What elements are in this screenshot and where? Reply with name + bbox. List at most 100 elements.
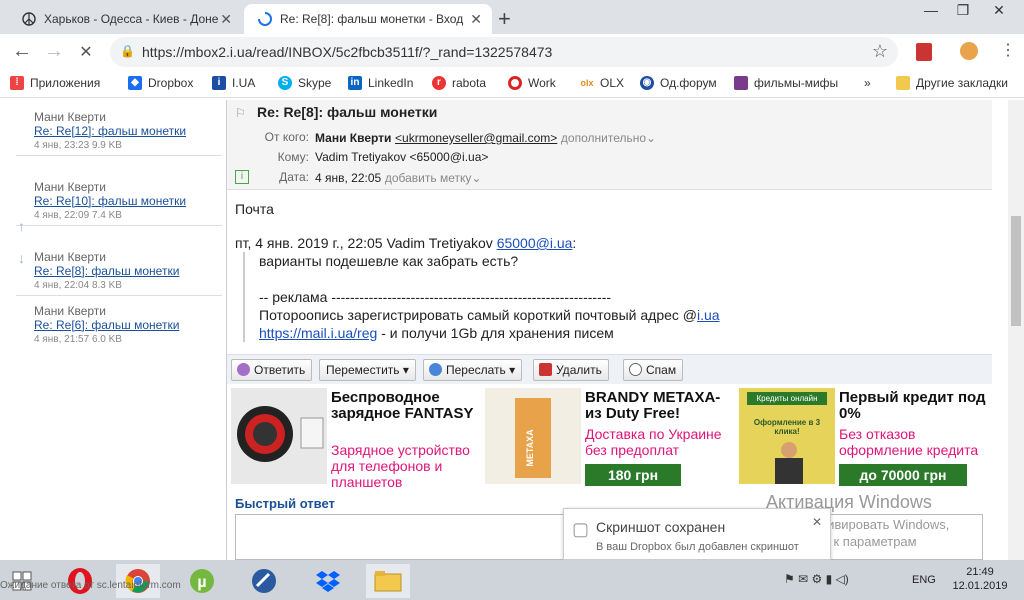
list-item-subject[interactable]: Re: Re[10]: фальш монетки <box>34 194 222 208</box>
ad-title[interactable]: Первый кредит под 0% <box>839 390 989 422</box>
forward-icon[interactable]: → <box>42 40 66 63</box>
list-item[interactable]: Мани Кверти Re: Re[10]: фальш монетки 4 … <box>16 178 222 226</box>
list-item-subject[interactable]: Re: Re[12]: фальш монетки <box>34 124 222 138</box>
ad-price[interactable]: до 70000 грн <box>839 464 967 486</box>
body-line: Почта <box>235 201 274 217</box>
file-explorer-icon[interactable] <box>366 564 410 598</box>
scrollbar[interactable] <box>1008 100 1024 560</box>
tab-1[interactable]: Харьков - Одесса - Киев - Доне ✕ <box>8 4 242 34</box>
move-button[interactable]: Переместить ▾ <box>319 359 416 381</box>
list-item-subject[interactable]: Re: Re[6]: фальш монетки <box>34 318 222 332</box>
ad-text[interactable]: Доставка по Украине без предоплат <box>585 426 735 458</box>
status-text: Ожидание ответа от sc.lentainform.com <box>0 580 181 591</box>
scrollbar-thumb[interactable] <box>1011 216 1021 326</box>
pdf-extension-icon[interactable] <box>916 43 932 61</box>
extension-icon[interactable] <box>960 42 978 60</box>
screenshot-icon: ▢ <box>572 519 590 539</box>
utorrent-icon[interactable]: µ <box>180 564 224 598</box>
bookmark-skype[interactable]: S Skype <box>278 76 331 90</box>
ad-charger-image[interactable] <box>231 388 327 484</box>
close-icon[interactable]: ✕ <box>812 515 822 529</box>
tray-icons[interactable]: ⚑ ✉ ⚙ ▮ ◁) <box>784 572 849 586</box>
arrow-up-icon[interactable]: ↑ <box>18 218 25 234</box>
clock[interactable]: 21:49 12.01.2019 <box>950 565 1010 593</box>
dropbox-toast[interactable]: ▢ Скриншот сохранен В ваш Dropbox был до… <box>563 508 831 560</box>
peace-icon <box>22 12 36 26</box>
work-icon <box>508 76 522 90</box>
delete-button[interactable]: Удалить <box>533 359 609 381</box>
list-item[interactable]: Мани Кверти Re: Re[6]: фальш монетки 4 я… <box>16 302 222 349</box>
bookmark-od-forum[interactable]: ◉ Од.форум <box>640 76 717 90</box>
dropbox-taskbar-icon[interactable] <box>306 564 350 598</box>
stop-icon[interactable]: ✕ <box>74 42 98 62</box>
bookmark-apps[interactable]: ⁞ Приложения <box>10 76 100 90</box>
to-label: Кому: <box>277 150 309 164</box>
from-label: От кого: <box>264 130 309 144</box>
list-item-from: Мани Кверти <box>34 110 106 124</box>
rabota-icon: r <box>432 76 446 90</box>
action-bar: Ответить Переместить ▾ Переслать ▾ Удали… <box>227 354 992 384</box>
bookmarks-more[interactable]: » <box>864 76 871 90</box>
ad-credit-image[interactable]: Кредиты онлайн Оформление в 3 клика! <box>739 388 835 484</box>
bookmark-iua[interactable]: i I.UA <box>212 76 255 90</box>
list-item[interactable]: Мани Кверти Re: Re[12]: фальш монетки 4 … <box>16 108 222 156</box>
forward-button[interactable]: Переслать ▾ <box>423 359 523 381</box>
flag-icon[interactable]: ⚐ <box>235 106 246 120</box>
spam-button[interactable]: Спам <box>623 359 684 381</box>
bookmark-work[interactable]: Work <box>508 76 556 90</box>
back-icon[interactable]: ← <box>10 40 34 63</box>
quote-header: пт, 4 янв. 2019 г., 22:05 Vadim Tretiyak… <box>235 235 577 251</box>
list-item-subject[interactable]: Re: Re[8]: фальш монетки <box>34 264 222 278</box>
date-row: 4 янв, 22:05 добавить метку⌄ <box>315 170 481 185</box>
minimize-icon[interactable]: — <box>916 2 946 18</box>
folder-icon <box>896 76 910 90</box>
chevron-down-icon[interactable]: ⌄ <box>471 171 481 185</box>
ad-title[interactable]: Беспроводное зарядное FANTASY <box>331 390 481 422</box>
clock-date: 12.01.2019 <box>952 580 1008 592</box>
iua-link[interactable]: i.ua <box>697 307 720 323</box>
chevron-down-icon[interactable]: ⌄ <box>646 131 656 145</box>
ad-text[interactable]: Без отказов оформление кредита <box>839 426 989 458</box>
quoted-text: варианты подешевле как забрать есть? -- … <box>243 252 975 342</box>
star-icon[interactable]: ☆ <box>872 41 888 62</box>
ad-credit[interactable]: Кредиты онлайн Оформление в 3 клика! Пер… <box>739 388 989 488</box>
bookmark-linkedin[interactable]: in LinkedIn <box>348 76 413 90</box>
more-link[interactable]: дополнительно <box>561 131 646 145</box>
bookmark-rabota[interactable]: r rabota <box>432 76 486 90</box>
add-tag-link[interactable]: добавить метку <box>385 171 472 185</box>
quote-email-link[interactable]: 65000@i.ua <box>497 235 573 251</box>
lock-icon: 🔒 <box>120 44 135 58</box>
register-link[interactable]: https://mail.i.ua/reg <box>259 325 377 341</box>
from-email[interactable]: <ukrmoneyseller@gmail.com> <box>395 131 557 145</box>
window-close-icon[interactable]: ✕ <box>984 2 1014 19</box>
list-item-meta: 4 янв, 23:23 9.9 KB <box>34 140 122 151</box>
list-item[interactable]: Мани Кверти Re: Re[8]: фальш монетки 4 я… <box>16 248 222 296</box>
list-item-meta: 4 янв, 21:57 6.0 KB <box>34 334 122 345</box>
clock-time: 21:49 <box>966 566 994 578</box>
reply-button[interactable]: Ответить <box>231 359 313 381</box>
restore-icon[interactable]: ❐ <box>948 2 978 19</box>
close-icon[interactable]: ✕ <box>220 11 232 28</box>
ad-price[interactable]: 180 грн <box>585 464 681 486</box>
ad-title[interactable]: BRANDY METAXA-из Duty Free! <box>585 390 735 422</box>
loading-icon <box>258 12 272 26</box>
ad-charger[interactable]: Беспроводное зарядное FANTASY Зарядное у… <box>231 388 481 490</box>
bookmark-olx[interactable]: olx OLX <box>580 76 624 90</box>
bookmark-films[interactable]: фильмы-мифы <box>734 76 838 90</box>
bookmark-other[interactable]: Другие закладки <box>896 76 1008 90</box>
globe-app-icon[interactable] <box>242 564 286 598</box>
list-item-meta: 4 янв, 22:04 8.3 KB <box>34 280 122 291</box>
language-indicator[interactable]: ENG <box>912 574 936 586</box>
address-bar[interactable]: 🔒 https://mbox2.i.ua/read/INBOX/5c2fbcb3… <box>110 37 898 67</box>
from-row: Мани Кверти <ukrmoneyseller@gmail.com> д… <box>315 130 656 145</box>
ad-metaxa[interactable]: METAXA BRANDY METAXA-из Duty Free! Доста… <box>485 388 735 488</box>
quick-reply-label: Быстрый ответ <box>235 496 335 511</box>
ad-text[interactable]: Зарядное устройство для телефонов и план… <box>331 442 481 490</box>
bookmark-dropbox[interactable]: ◆ Dropbox <box>128 76 193 90</box>
new-tab-button[interactable]: + <box>498 6 511 32</box>
arrow-down-icon[interactable]: ↓ <box>18 250 25 266</box>
ad-metaxa-image[interactable]: METAXA <box>485 388 581 484</box>
menu-icon[interactable]: ⋮ <box>996 40 1020 60</box>
close-icon[interactable]: ✕ <box>470 11 482 28</box>
tab-2-active[interactable]: Re: Re[8]: фальш монетки - Вход ✕ <box>244 4 492 34</box>
